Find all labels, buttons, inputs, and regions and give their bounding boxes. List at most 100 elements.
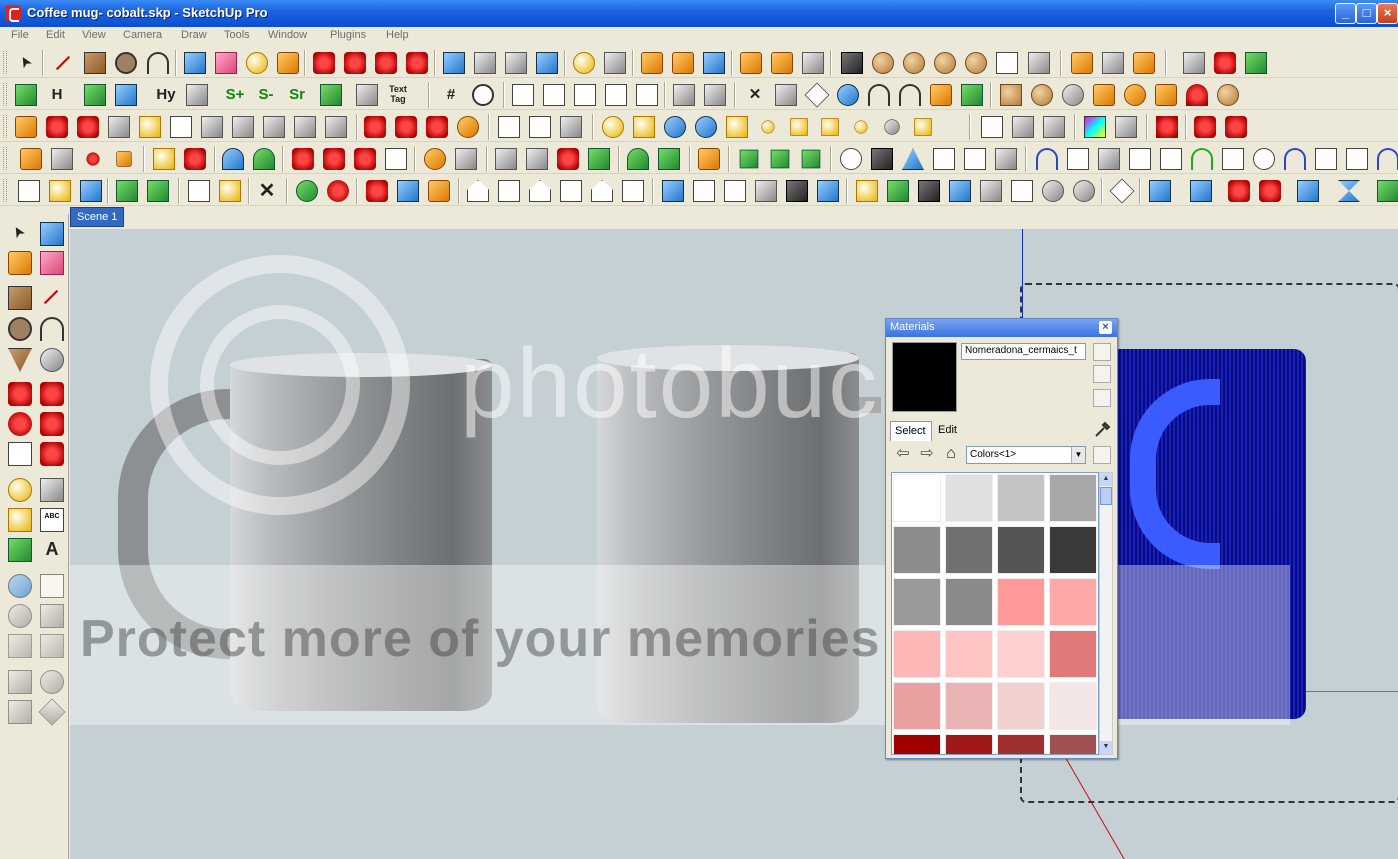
dome-icon[interactable] <box>1186 84 1208 106</box>
monochrome-icon[interactable] <box>817 180 839 202</box>
solid-trim-icon[interactable] <box>1133 52 1155 74</box>
select-icon[interactable] <box>15 52 37 74</box>
details-arrow-icon[interactable] <box>1093 446 1111 464</box>
hy-icon[interactable]: Hy <box>155 84 177 106</box>
bridge-icon[interactable] <box>170 116 192 138</box>
zigzag-icon[interactable] <box>1315 148 1337 170</box>
plant-icon[interactable] <box>658 148 680 170</box>
menu-draw[interactable]: Draw <box>181 29 207 41</box>
arrows-up-icon[interactable] <box>1228 180 1250 202</box>
hidden-line-icon[interactable] <box>724 180 746 202</box>
paint-bucket-icon[interactable] <box>8 251 32 275</box>
material-swatch[interactable] <box>945 630 993 678</box>
material-name-field[interactable]: Nomeradona_cermaics_t <box>961 343 1086 360</box>
left-view-icon[interactable] <box>622 180 644 202</box>
menu-edit[interactable]: Edit <box>46 29 65 41</box>
material-swatch[interactable] <box>997 474 1045 522</box>
polyhedron-icon[interactable] <box>1245 52 1267 74</box>
sandbox-icon[interactable] <box>841 52 863 74</box>
text-label-icon[interactable]: ABC <box>40 508 64 532</box>
eraser-icon[interactable] <box>40 251 64 275</box>
tree-icon[interactable] <box>627 148 649 170</box>
cube-wire-icon[interactable] <box>455 148 477 170</box>
r-icon[interactable] <box>664 116 686 138</box>
material-swatch[interactable] <box>945 734 993 754</box>
follow-me-icon[interactable] <box>406 52 428 74</box>
shell-icon[interactable] <box>1183 52 1205 74</box>
curve-1-icon[interactable] <box>1036 148 1058 170</box>
sketchup-app-icon[interactable] <box>5 5 21 22</box>
circle-blue-icon[interactable] <box>1253 148 1275 170</box>
paint-bucket-icon[interactable] <box>277 52 299 74</box>
offset-icon[interactable] <box>40 442 64 466</box>
material-swatch[interactable] <box>997 682 1045 730</box>
make-component-icon[interactable] <box>40 222 64 246</box>
front-view-icon[interactable] <box>529 180 551 202</box>
tag-icon[interactable] <box>633 116 655 138</box>
section-plane-icon[interactable] <box>38 698 66 726</box>
chevron-down-icon[interactable]: ▼ <box>1071 447 1085 463</box>
look-around-icon[interactable] <box>40 670 64 694</box>
sphere-icon[interactable] <box>1062 84 1084 106</box>
zoom-icon[interactable] <box>8 604 32 628</box>
circle-icon[interactable] <box>8 317 32 341</box>
frame-layout-icon[interactable] <box>560 116 582 138</box>
position-camera-icon[interactable] <box>8 670 32 694</box>
add-location-icon[interactable] <box>641 52 663 74</box>
share-model-icon[interactable] <box>604 52 626 74</box>
close-button[interactable]: × <box>1377 3 1398 24</box>
rotate-orange-icon[interactable] <box>424 148 446 170</box>
dimension-icon[interactable] <box>40 478 64 502</box>
wall-icon[interactable] <box>636 84 658 106</box>
protractor-icon[interactable] <box>1109 178 1135 204</box>
add-scene-icon[interactable] <box>296 180 318 202</box>
top-view-icon[interactable] <box>498 180 520 202</box>
scale-minus-icon[interactable]: S- <box>255 84 277 106</box>
components-icon[interactable] <box>1043 116 1065 138</box>
cone-icon[interactable] <box>1031 84 1053 106</box>
points-icon[interactable] <box>86 152 100 166</box>
component-red-icon[interactable] <box>366 180 388 202</box>
axes-icon[interactable] <box>1011 180 1033 202</box>
cone-blue-icon[interactable] <box>222 148 244 170</box>
save-icon[interactable] <box>80 180 102 202</box>
spiral-icon[interactable] <box>930 84 952 106</box>
cone-green-icon[interactable] <box>253 148 275 170</box>
x-icon[interactable]: ✕ <box>744 84 766 106</box>
flag-white-icon[interactable] <box>385 148 407 170</box>
text-tag-icon[interactable]: Text Tag <box>387 84 409 106</box>
curve-2-icon[interactable] <box>1067 148 1089 170</box>
slab-icon[interactable] <box>574 84 596 106</box>
home-icon[interactable]: ⌂ <box>942 445 960 463</box>
back-view-icon[interactable] <box>591 180 613 202</box>
section-fill-icon[interactable] <box>949 180 971 202</box>
diamond-icon[interactable] <box>804 82 830 108</box>
stamp-icon[interactable] <box>903 52 925 74</box>
pointer-icon[interactable] <box>1115 116 1137 138</box>
spotlight-icon[interactable] <box>790 118 808 136</box>
magnet-icon[interactable] <box>1214 52 1236 74</box>
extrude-icon[interactable] <box>294 116 316 138</box>
grid-icon[interactable]: # <box>440 84 462 106</box>
flip-icon[interactable] <box>1190 180 1212 202</box>
help-icon[interactable] <box>695 116 717 138</box>
triangle-icon[interactable] <box>153 148 175 170</box>
material-swatch[interactable] <box>997 578 1045 626</box>
component-box-icon[interactable] <box>428 180 450 202</box>
tab-select[interactable]: Select <box>890 421 932 441</box>
section-plane-icon[interactable] <box>856 180 878 202</box>
tape-measure-icon[interactable] <box>8 478 32 502</box>
open-icon[interactable] <box>49 180 71 202</box>
sr-icon[interactable]: Sr <box>286 84 308 106</box>
surface-icon[interactable] <box>108 116 130 138</box>
next-view-icon[interactable] <box>40 634 64 658</box>
photo-textures-icon[interactable] <box>740 52 762 74</box>
sheet-icon[interactable] <box>139 116 161 138</box>
material-swatch[interactable] <box>893 682 941 730</box>
menu-tools[interactable]: Tools <box>224 29 250 41</box>
material-swatch[interactable] <box>1049 734 1097 754</box>
pan-icon[interactable] <box>474 52 496 74</box>
record-icon[interactable] <box>364 116 386 138</box>
monitor-icon[interactable] <box>704 84 726 106</box>
material-swatch[interactable] <box>945 682 993 730</box>
